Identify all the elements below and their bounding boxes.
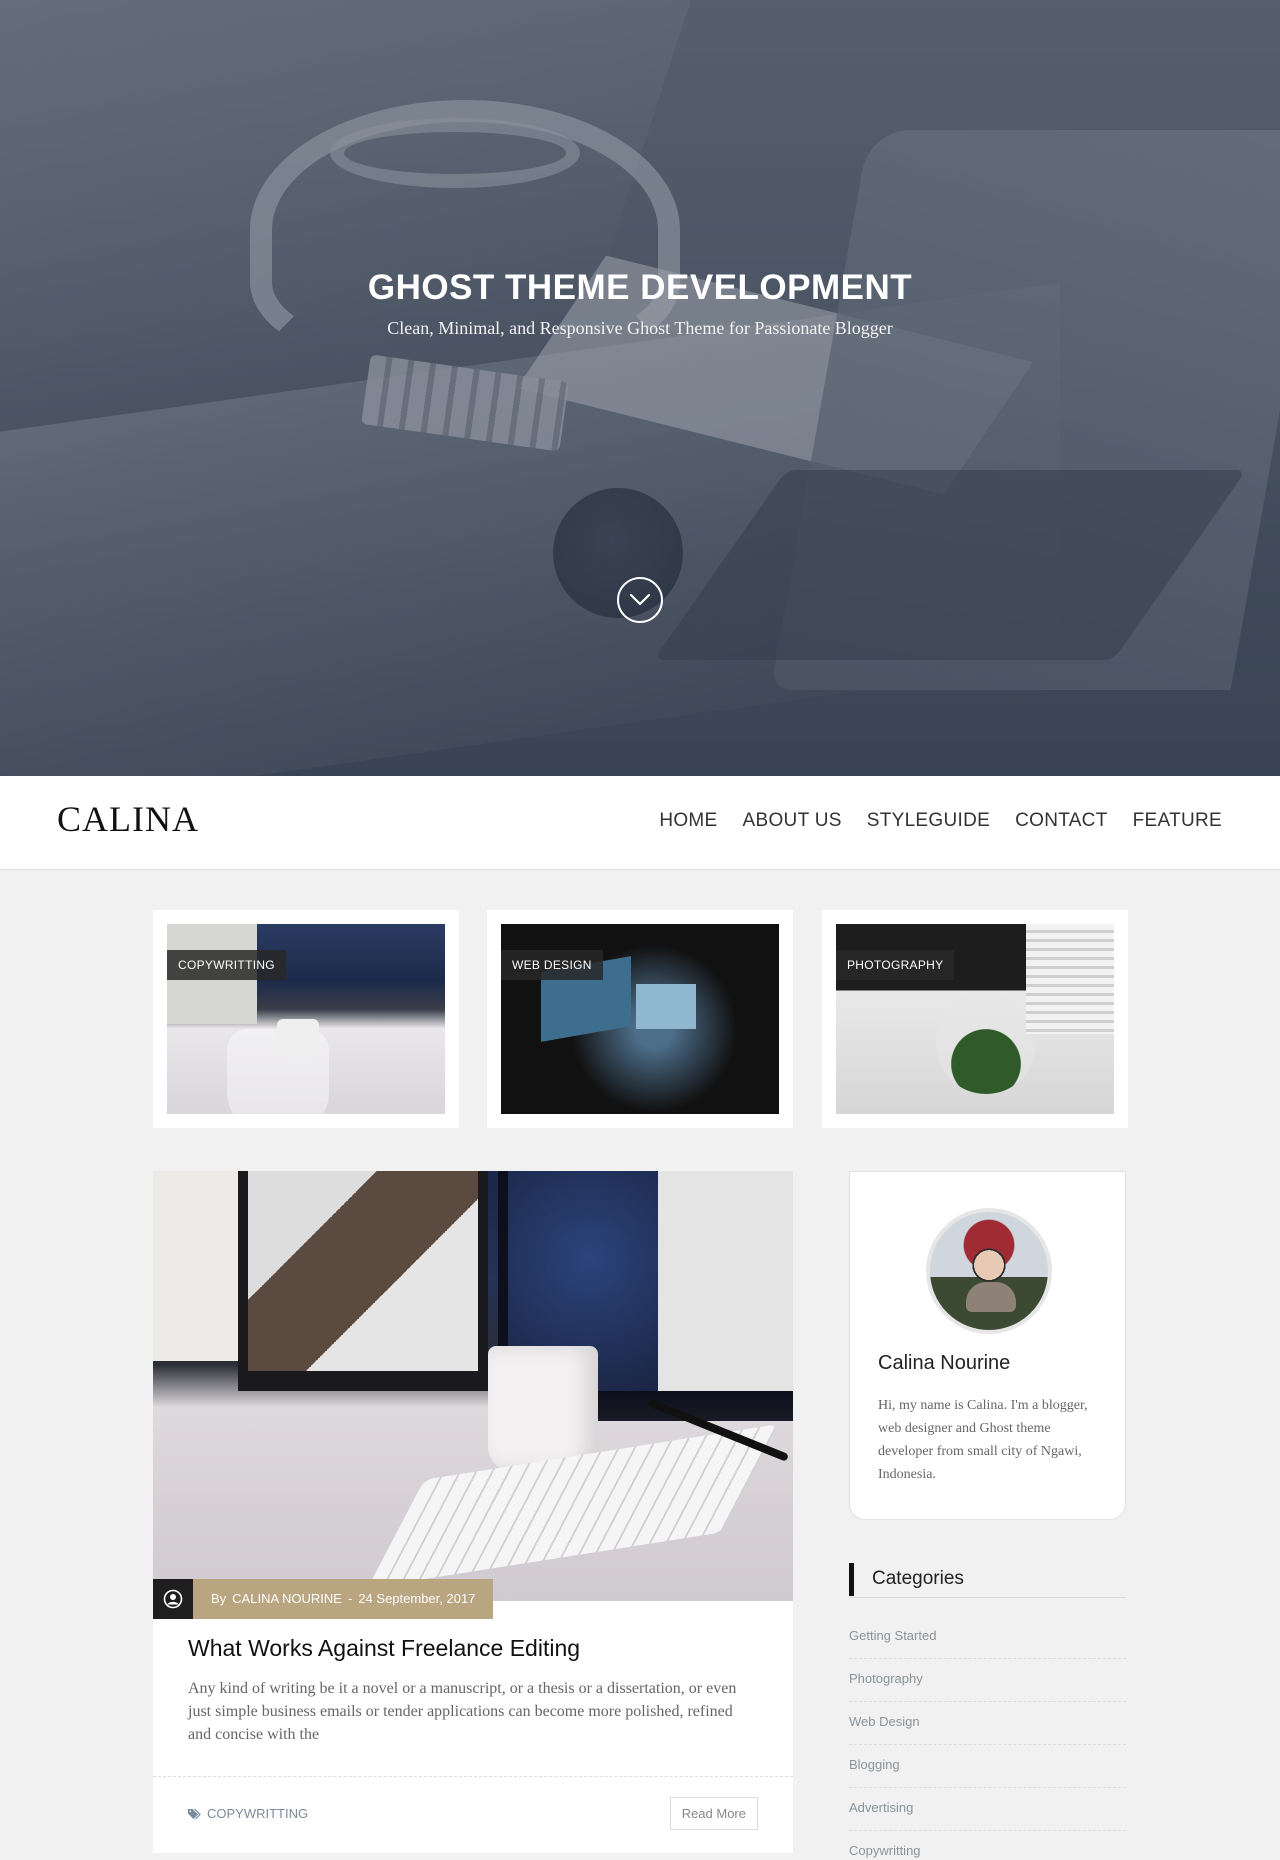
scroll-down-button[interactable] <box>617 577 663 623</box>
post-excerpt: Any kind of writing be it a novel or a m… <box>188 1680 737 1743</box>
hero-overlay <box>0 0 1280 776</box>
nav-contact[interactable]: CONTACT <box>1015 810 1108 832</box>
post-title[interactable]: What Works Against Freelance Editing <box>188 1635 580 1662</box>
categories-header-accent <box>849 1563 854 1596</box>
hero-subtitle: Clean, Minimal, and Responsive Ghost The… <box>387 318 893 338</box>
category-link[interactable]: Web Design <box>849 1702 1126 1745</box>
categories-list: Getting Started Photography Web Design B… <box>849 1616 1126 1860</box>
category-image: WEB DESIGN <box>501 924 779 1114</box>
site-logo[interactable]: CALINA <box>57 798 199 840</box>
category-link[interactable]: Photography <box>849 1659 1126 1702</box>
main-menu: HOME ABOUT US STYLEGUIDE CONTACT FEATURE <box>659 810 1222 832</box>
nav-home[interactable]: HOME <box>659 810 717 832</box>
category-image: PHOTOGRAPHY <box>836 924 1114 1114</box>
chevron-down-icon <box>629 593 651 606</box>
post-card: By CALINA NOURINE - 24 September, 2017 W… <box>153 1171 793 1853</box>
post-meta-info: By CALINA NOURINE - 24 September, 2017 <box>193 1579 494 1619</box>
nav-styleguide[interactable]: STYLEGUIDE <box>867 810 990 832</box>
author-card: Calina Nourine Hi, my name is Calina. I'… <box>849 1171 1126 1520</box>
categories-title: Categories <box>872 1568 964 1589</box>
category-badge[interactable]: WEB DESIGN <box>501 950 603 980</box>
category-badge[interactable]: COPYWRITTING <box>167 950 286 980</box>
category-badge[interactable]: PHOTOGRAPHY <box>836 950 955 980</box>
post-tag[interactable]: COPYWRITTING <box>188 1806 308 1821</box>
category-link[interactable]: Advertising <box>849 1788 1126 1831</box>
category-link[interactable]: Copywritting <box>849 1831 1126 1860</box>
category-image: COPYWRITTING <box>167 924 445 1114</box>
category-tile-copywritting[interactable]: COPYWRITTING <box>153 910 459 1128</box>
image-detail-paper <box>153 1171 238 1361</box>
image-detail-mug <box>488 1346 598 1471</box>
category-tile-web-design[interactable]: WEB DESIGN <box>487 910 793 1128</box>
post-author-prefix: By <box>211 1591 227 1606</box>
post-meta: By CALINA NOURINE - 24 September, 2017 <box>153 1579 494 1619</box>
categories-widget-header: Categories <box>849 1563 1126 1598</box>
image-detail-screen-doc <box>658 1171 793 1391</box>
category-tile-photography[interactable]: PHOTOGRAPHY <box>822 910 1128 1128</box>
hero-title: GHOST THEME DEVELOPMENT <box>367 268 913 307</box>
category-link[interactable]: Blogging <box>849 1745 1126 1788</box>
nav-feature[interactable]: FEATURE <box>1133 810 1222 832</box>
post-featured-image[interactable] <box>153 1171 793 1601</box>
post-meta-separator: - <box>347 1591 353 1606</box>
hero-section: GHOST THEME DEVELOPMENT Clean, Minimal, … <box>0 0 1280 776</box>
post-author[interactable]: CALINA NOURINE <box>232 1579 342 1619</box>
category-link[interactable]: Getting Started <box>849 1616 1126 1659</box>
post-footer: COPYWRITTING Read More <box>153 1776 793 1853</box>
post-tag-label: COPYWRITTING <box>207 1806 309 1821</box>
avatar <box>926 1208 1052 1334</box>
image-detail-monitor-left-screen <box>248 1171 478 1371</box>
author-bio: Hi, my name is Calina. I'm a blogger, we… <box>878 1398 1088 1482</box>
author-name: Calina Nourine <box>878 1352 1011 1374</box>
read-more-button[interactable]: Read More <box>669 1797 758 1830</box>
tag-icon <box>188 1808 201 1819</box>
user-icon <box>153 1579 193 1619</box>
post-date: 24 September, 2017 <box>358 1591 476 1606</box>
nav-about-us[interactable]: ABOUT US <box>743 810 842 832</box>
main-navbar: CALINA HOME ABOUT US STYLEGUIDE CONTACT … <box>0 776 1280 870</box>
